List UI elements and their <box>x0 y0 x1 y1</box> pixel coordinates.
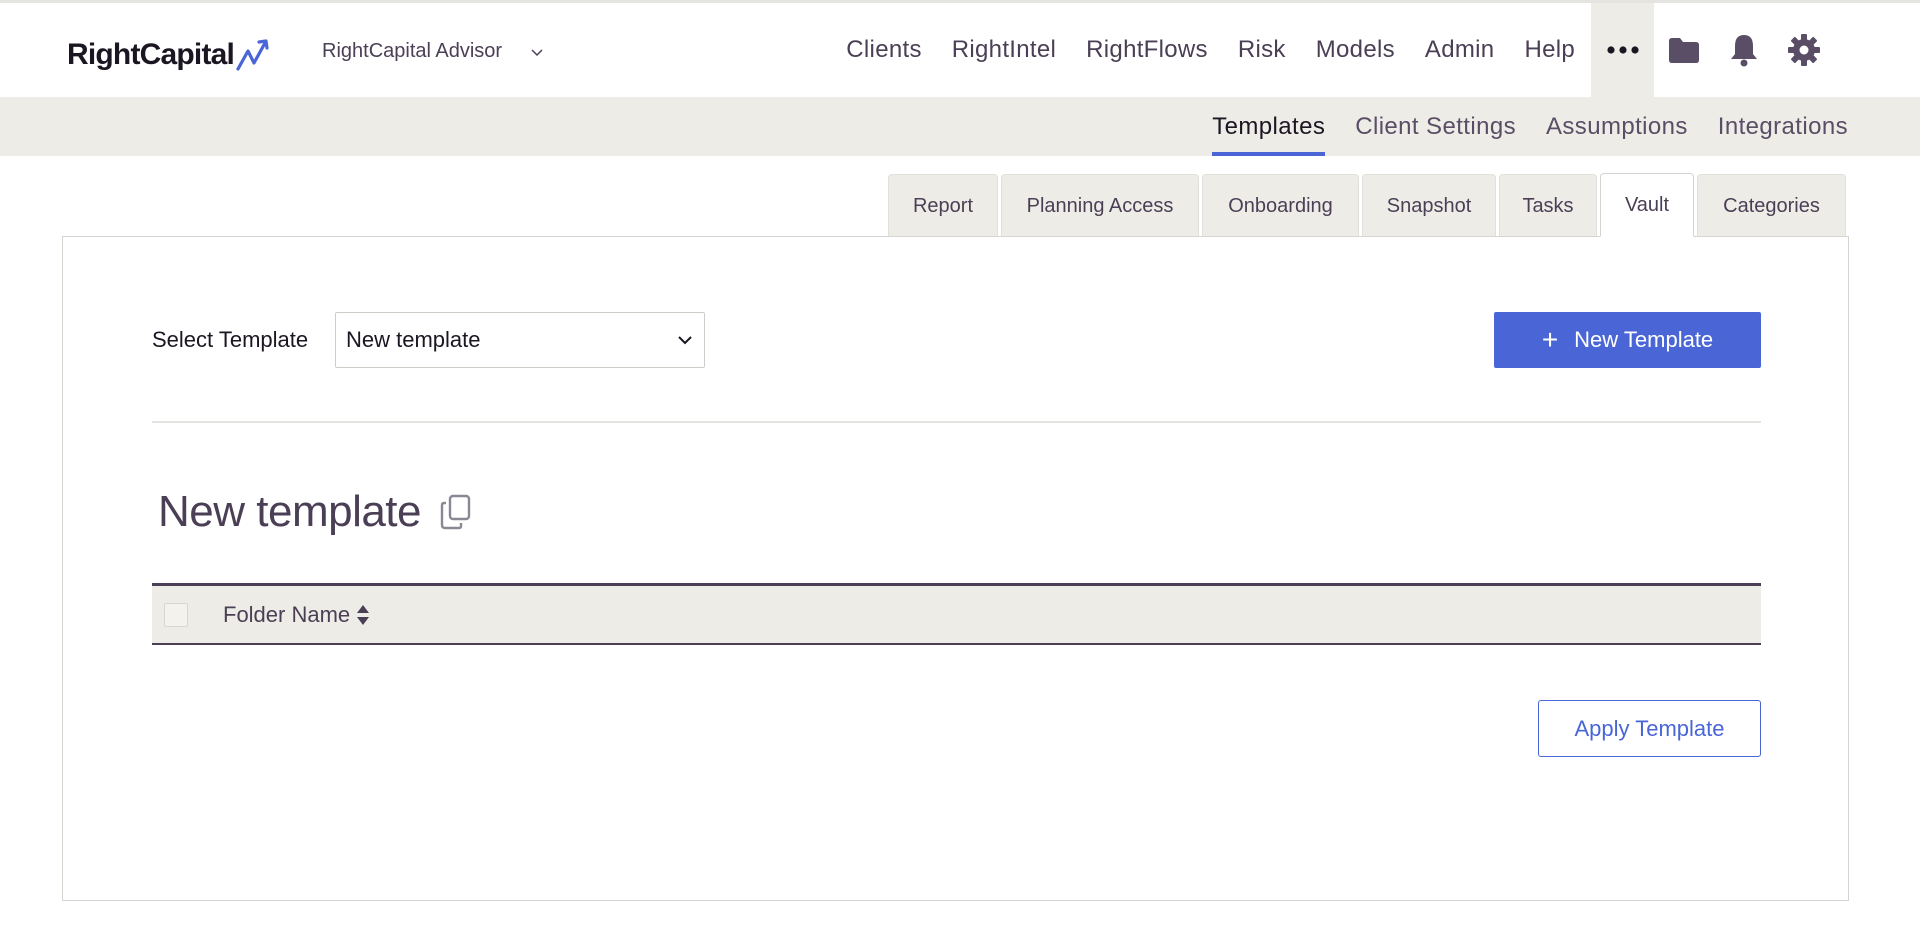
logo-text: RightCapital <box>67 38 235 71</box>
tab-planning-access[interactable]: Planning Access <box>1001 174 1199 237</box>
folder-name-column[interactable]: Folder Name <box>223 602 370 628</box>
header-icons <box>1590 3 1834 97</box>
tab-tasks[interactable]: Tasks <box>1499 174 1597 237</box>
template-title-text: New template <box>158 487 422 536</box>
plus-icon: + <box>1541 324 1559 355</box>
tab-categories[interactable]: Categories <box>1697 174 1846 237</box>
subnav-items: Templates Client Settings Assumptions In… <box>1182 97 1848 156</box>
gear-icon <box>1788 34 1820 66</box>
folder-icon <box>1669 38 1699 63</box>
chevron-down-icon <box>678 336 692 345</box>
notifications-button[interactable] <box>1714 3 1774 97</box>
settings-button[interactable] <box>1774 3 1834 97</box>
template-tabs: Report Planning Access Onboarding Snapsh… <box>885 173 1846 237</box>
chevron-down-icon <box>531 48 543 56</box>
copy-icon[interactable] <box>439 494 473 530</box>
apply-template-button[interactable]: Apply Template <box>1538 700 1761 757</box>
nav-rightintel[interactable]: RightIntel <box>952 36 1056 64</box>
new-template-label: New Template <box>1574 327 1714 352</box>
template-title: New template <box>158 487 473 537</box>
subnav-assumptions[interactable]: Assumptions <box>1546 97 1688 156</box>
vault-panel: Select Template New template + New Templ… <box>62 236 1849 901</box>
nav-rightflows[interactable]: RightFlows <box>1086 36 1208 64</box>
select-all-checkbox[interactable] <box>164 602 188 627</box>
folder-table-header: Folder Name <box>152 583 1761 645</box>
advisor-switcher[interactable]: RightCapital Advisor <box>322 40 544 63</box>
folder-name-header: Folder Name <box>223 601 351 627</box>
tab-report[interactable]: Report <box>888 174 998 237</box>
select-template-label: Select Template <box>152 327 309 352</box>
settings-subnav: Templates Client Settings Assumptions In… <box>0 97 1920 156</box>
logo-arrow-icon <box>236 39 269 71</box>
more-icon <box>1606 46 1639 54</box>
nav-help[interactable]: Help <box>1524 36 1575 64</box>
tab-vault[interactable]: Vault <box>1600 173 1694 237</box>
tab-snapshot[interactable]: Snapshot <box>1362 174 1496 237</box>
nav-models[interactable]: Models <box>1316 36 1395 64</box>
top-nav: Clients RightIntel RightFlows Risk Model… <box>831 3 1920 97</box>
folder-button[interactable] <box>1654 3 1714 97</box>
nav-admin[interactable]: Admin <box>1425 36 1495 64</box>
subnav-integrations[interactable]: Integrations <box>1718 97 1848 156</box>
tab-onboarding[interactable]: Onboarding <box>1202 174 1359 237</box>
section-divider <box>152 421 1761 423</box>
template-select-value: New template <box>346 327 481 352</box>
logo[interactable]: RightCapital <box>67 35 275 75</box>
nav-risk[interactable]: Risk <box>1238 36 1286 64</box>
template-select[interactable]: New template <box>335 312 705 368</box>
bell-icon <box>1731 35 1757 67</box>
app-header: RightCapital RightCapital Advisor Client… <box>0 3 1920 97</box>
sort-icon <box>357 604 370 625</box>
subnav-templates[interactable]: Templates <box>1212 97 1326 156</box>
advisor-name: RightCapital Advisor <box>322 40 503 62</box>
nav-clients[interactable]: Clients <box>846 36 921 64</box>
new-template-button[interactable]: + New Template <box>1494 312 1761 368</box>
subnav-client-settings[interactable]: Client Settings <box>1355 97 1516 156</box>
more-button[interactable] <box>1591 3 1654 97</box>
